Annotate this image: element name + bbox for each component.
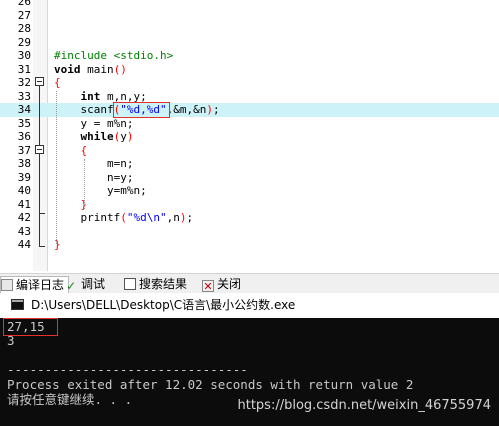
code-line[interactable]: 43	[0, 225, 499, 239]
line-number: 39	[17, 170, 31, 184]
watermark-text: https://blog.csdn.net/weixin_46755974	[237, 398, 491, 413]
code-line[interactable]: 26	[0, 0, 499, 9]
debug-check-icon: ✓	[66, 279, 77, 293]
tab-label: 关闭	[217, 277, 242, 291]
bottom-panel-tabs: 编译日志 ✓ 调试 搜索结果 ✕ 关闭	[0, 273, 499, 294]
close-icon: ✕	[202, 280, 214, 293]
tab-search-results[interactable]: 搜索结果	[124, 276, 187, 293]
line-number: 36	[17, 130, 31, 143]
line-number: 27	[17, 8, 31, 22]
line-number: 29	[17, 35, 31, 49]
line-number: 33	[17, 89, 31, 103]
console-line: --------------------------------	[7, 362, 248, 377]
console-output[interactable]: 27,15 3 --------------------------------…	[0, 318, 499, 426]
line-number: 34	[17, 103, 31, 116]
tab-close[interactable]: ✕ 关闭	[202, 276, 241, 293]
code-line[interactable]: 31 void main()	[0, 63, 499, 77]
line-number: 35	[17, 116, 31, 130]
line-number: 31	[17, 62, 31, 76]
code-line[interactable]: 42 printf("%d\n",n);	[0, 211, 499, 225]
code-text[interactable]: m=n;	[54, 157, 134, 171]
line-number: 43	[17, 224, 31, 238]
console-line: Process exited after 12.02 seconds with …	[7, 377, 414, 392]
code-line[interactable]: 35 y = m%n;	[0, 117, 499, 131]
tab-label: 搜索结果	[139, 277, 188, 291]
tab-compile-log[interactable]: 编译日志	[0, 276, 70, 294]
fold-toggle-icon[interactable]	[35, 145, 44, 154]
line-number: 38	[17, 157, 31, 170]
tab-label: 编译日志	[16, 278, 65, 292]
fold-end-marker	[39, 213, 45, 214]
code-text[interactable]: }	[54, 198, 88, 212]
fold-range-line	[39, 86, 40, 246]
code-line[interactable]: 37 {	[0, 144, 499, 158]
code-text[interactable]: void main()	[54, 63, 127, 77]
code-line[interactable]: 30 #include <stdio.h>	[0, 49, 499, 63]
format-string-annotation	[113, 102, 170, 118]
fold-toggle-icon[interactable]	[35, 77, 44, 86]
code-line[interactable]: 41 }	[0, 198, 499, 212]
code-text[interactable]: y=m%n;	[54, 184, 147, 198]
code-editor[interactable]: 26 27 28 29 30 #include <stdio.h> 31 void main(…	[0, 0, 499, 271]
line-number: 28	[17, 22, 31, 35]
line-number: 32	[17, 76, 31, 89]
line-number: 30	[17, 49, 31, 62]
code-line[interactable]: 29	[0, 36, 499, 50]
search-results-icon	[124, 278, 136, 290]
code-line[interactable]: 39 n=y;	[0, 171, 499, 185]
code-line[interactable]: 27	[0, 9, 499, 23]
console-line: 3	[7, 333, 15, 348]
code-text[interactable]: #include <stdio.h>	[54, 49, 173, 63]
line-number: 26	[17, 0, 31, 8]
fold-end-marker	[39, 246, 45, 247]
console-line: 请按任意键继续. . .	[7, 392, 133, 407]
tab-debug[interactable]: ✓ 调试	[66, 276, 105, 293]
code-text[interactable]: printf("%d\n",n);	[54, 211, 193, 225]
line-number: 44	[17, 238, 31, 251]
code-text[interactable]: int m,n,y;	[54, 90, 147, 104]
code-text[interactable]: y = m%n;	[54, 117, 133, 131]
code-line[interactable]: 38 m=n;	[0, 157, 499, 171]
console-window-titlebar[interactable]: D:\Users\DELL\Desktop\C语言\最小公约数.exe	[0, 293, 499, 319]
code-text[interactable]: {	[54, 76, 61, 90]
code-text[interactable]: while(y)	[54, 130, 134, 144]
line-number: 37	[17, 143, 31, 157]
code-line[interactable]: 36 while(y)	[0, 130, 499, 144]
code-text[interactable]: n=y;	[54, 171, 134, 185]
line-number: 40	[17, 184, 31, 197]
console-app-icon	[11, 299, 24, 310]
indent-guide	[84, 159, 85, 209]
line-number: 42	[17, 211, 31, 224]
code-text[interactable]: {	[54, 144, 88, 158]
code-line[interactable]: 40 y=m%n;	[0, 184, 499, 198]
compile-log-icon	[1, 279, 13, 291]
code-line[interactable]: 33 int m,n,y;	[0, 90, 499, 104]
code-line[interactable]: 44}	[0, 238, 499, 252]
console-window-title: D:\Users\DELL\Desktop\C语言\最小公约数.exe	[31, 298, 296, 312]
code-text[interactable]: }	[54, 238, 61, 252]
tab-label: 调试	[81, 277, 106, 291]
code-line[interactable]: 32 {	[0, 76, 499, 90]
code-line[interactable]: 28	[0, 22, 499, 36]
line-number: 41	[17, 197, 31, 211]
indent-guide	[56, 91, 57, 244]
code-line[interactable]: 34 scanf("%d,%d",&m,&n);	[0, 103, 499, 117]
input-annotation	[3, 318, 58, 336]
